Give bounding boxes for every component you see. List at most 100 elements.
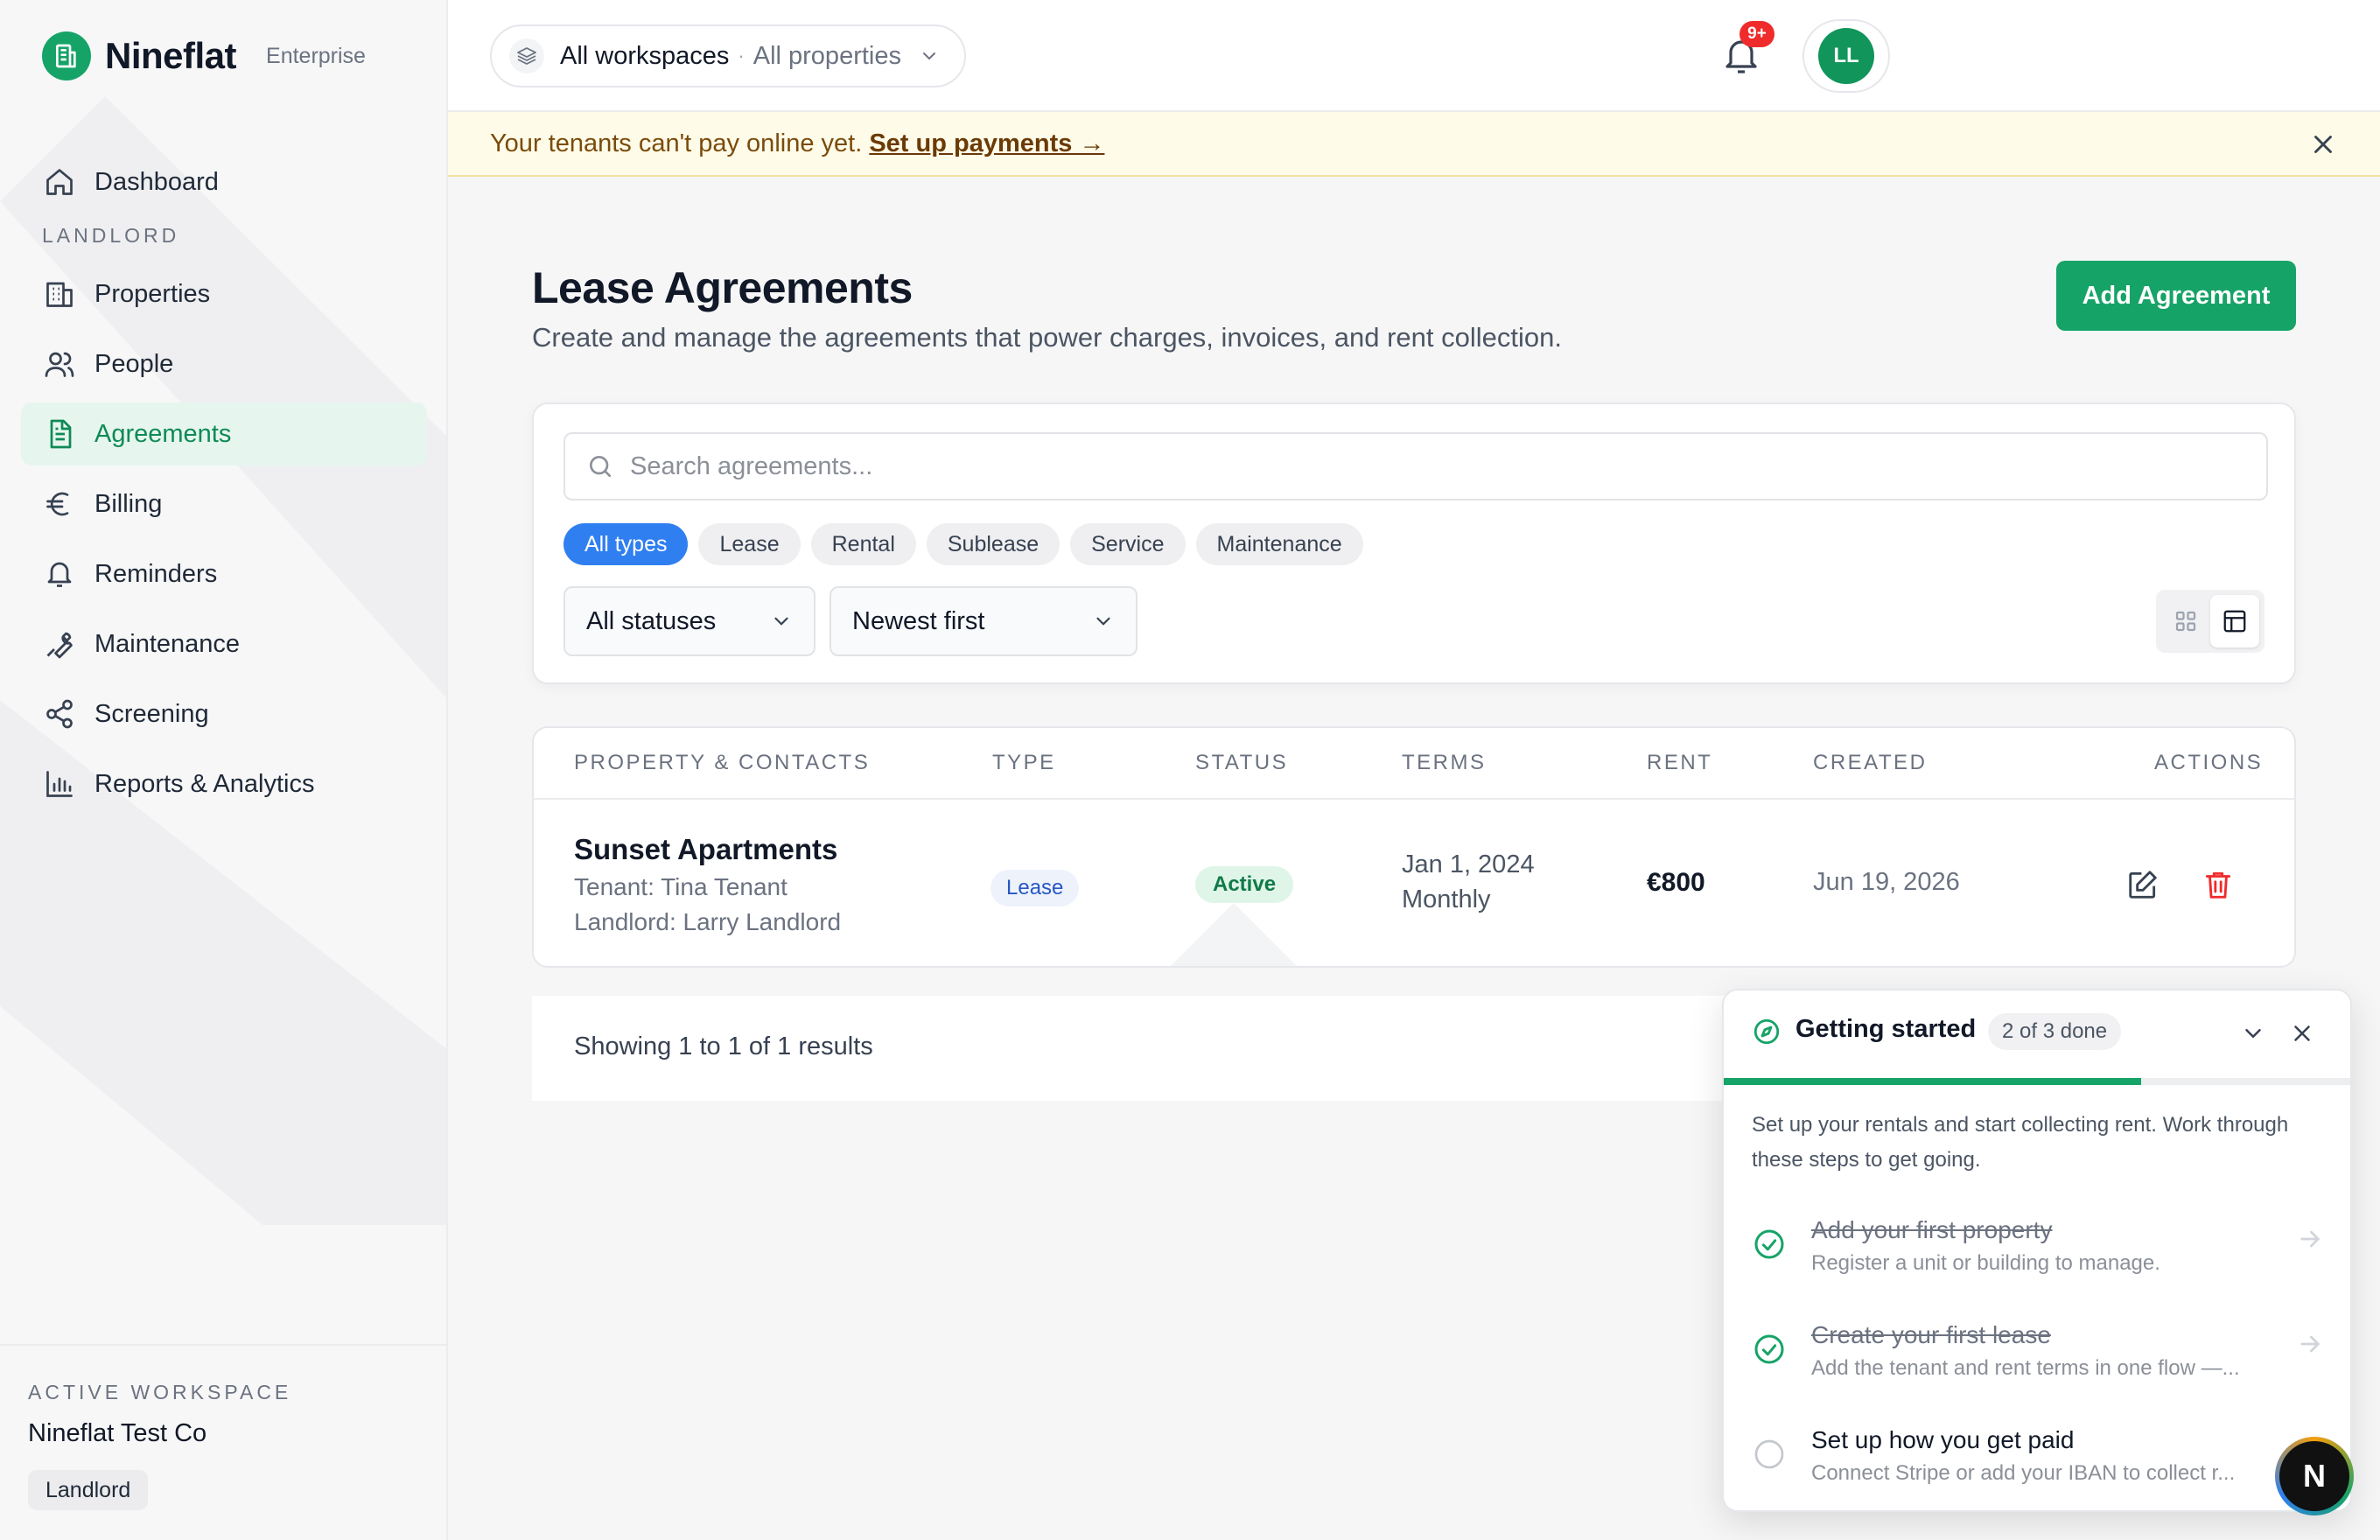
check-circle-icon	[1752, 1227, 1787, 1262]
nav-label: Agreements	[94, 419, 232, 448]
getting-started-header[interactable]: Getting started 2 of 3 done	[1724, 990, 2350, 1078]
column-header: CREATED	[1813, 751, 1928, 774]
search-box[interactable]	[564, 432, 2268, 500]
sort-select-value: Newest first	[852, 606, 985, 635]
nav-label: Screening	[94, 699, 209, 728]
nav-label: Dashboard	[94, 167, 219, 196]
banner-message: Your tenants can't pay online yet. Set u…	[490, 130, 1104, 158]
brand-name: Nineflat	[105, 35, 237, 76]
users-icon	[42, 346, 77, 382]
nav-label: People	[94, 349, 174, 378]
chip-all-types[interactable]: All types	[564, 523, 689, 565]
assistant-launcher-label: N	[2279, 1441, 2349, 1511]
step-subtitle: Add the tenant and rent terms in one flo…	[1811, 1356, 2240, 1380]
status-select[interactable]: All statuses	[564, 586, 816, 656]
chevron-down-icon	[1092, 610, 1115, 633]
close-icon[interactable]	[2308, 130, 2338, 159]
chip-service[interactable]: Service	[1070, 523, 1186, 565]
set-up-payments-link[interactable]: Set up payments →	[869, 130, 1104, 158]
compass-icon	[1752, 1017, 1782, 1046]
chevron-down-icon[interactable]	[2240, 1020, 2266, 1046]
check-circle-icon	[1752, 1332, 1787, 1367]
page-title: Lease Agreements	[532, 263, 913, 312]
created-date: Jun 19, 2026	[1813, 868, 1960, 896]
page-subtitle: Create and manage the agreements that po…	[532, 322, 1562, 353]
step-title: Create your first lease	[1811, 1321, 2051, 1348]
workspace-name: Nineflat Test Co	[28, 1419, 207, 1447]
avatar[interactable]: LL	[1818, 28, 1874, 84]
chip-rental[interactable]: Rental	[810, 523, 916, 565]
wrench-icon	[42, 626, 77, 662]
plan-tier-label: Enterprise	[266, 43, 366, 68]
step-title: Set up how you get paid	[1811, 1426, 2075, 1453]
scope-separator: ·	[738, 45, 745, 66]
nav-item-people[interactable]: People	[21, 332, 427, 396]
step-subtitle: Register a unit or building to manage.	[1811, 1251, 2160, 1275]
nav-item-screening[interactable]: Screening	[21, 682, 427, 746]
nav-item-agreements[interactable]: Agreements	[21, 402, 427, 466]
building-logo-icon	[42, 32, 91, 80]
nav-item-maintenance[interactable]: Maintenance	[21, 612, 427, 676]
column-header: ACTIONS	[2154, 751, 2264, 774]
chevron-down-icon	[770, 610, 793, 633]
table-header: PROPERTY & CONTACTS TYPE STATUS TERMS RE…	[534, 728, 2294, 800]
nav-label: Reminders	[94, 559, 218, 588]
banner-text: Your tenants can't pay online yet.	[490, 130, 863, 158]
euro-icon	[42, 486, 77, 522]
search-input[interactable]	[630, 452, 2205, 481]
step-set-up-payments[interactable]: Set up how you get paid Connect Stripe o…	[1724, 1419, 2350, 1510]
table-view-icon[interactable]	[2210, 595, 2259, 648]
layers-icon	[509, 38, 544, 74]
chip-maintenance[interactable]: Maintenance	[1195, 523, 1363, 565]
nav-item-reports[interactable]: Reports & Analytics	[21, 752, 427, 816]
scope-workspace: All workspaces	[560, 41, 730, 70]
empty-circle-icon	[1752, 1437, 1787, 1472]
type-filter-chips: All types Lease Rental Sublease Service …	[564, 523, 1374, 565]
chip-lease[interactable]: Lease	[698, 523, 801, 565]
tenant-contact: Tenant: Tina Tenant	[574, 873, 788, 900]
nav-item-billing[interactable]: Billing	[21, 472, 427, 536]
search-icon	[586, 452, 614, 480]
step-title: Add your first property	[1811, 1216, 2053, 1243]
type-badge: Lease	[990, 870, 1080, 906]
column-header: PROPERTY & CONTACTS	[574, 751, 871, 774]
getting-started-panel: Getting started 2 of 3 done Set up your …	[1722, 989, 2352, 1512]
nav-section-heading: LANDLORD	[42, 224, 180, 247]
assistant-launcher-button[interactable]: N	[2275, 1437, 2354, 1516]
bell-icon	[42, 556, 77, 592]
getting-started-title: Getting started	[1796, 1015, 1977, 1043]
progress-count-badge: 2 of 3 done	[1988, 1013, 2122, 1050]
filters-card: All types Lease Rental Sublease Service …	[532, 402, 2296, 684]
payments-banner: Your tenants can't pay online yet. Set u…	[448, 112, 2380, 177]
step-subtitle: Connect Stripe or add your IBAN to colle…	[1811, 1461, 2236, 1485]
chip-sublease[interactable]: Sublease	[926, 523, 1060, 565]
nav-item-reminders[interactable]: Reminders	[21, 542, 427, 606]
brand[interactable]: Nineflat Enterprise	[42, 32, 366, 80]
step-create-lease[interactable]: Create your first lease Add the tenant a…	[1724, 1314, 2350, 1410]
trash-icon[interactable]	[2202, 868, 2236, 903]
active-workspace[interactable]: ACTIVE WORKSPACE Nineflat Test Co Landlo…	[0, 1344, 446, 1540]
edit-icon[interactable]	[2126, 868, 2161, 903]
arrow-right-icon	[2296, 1330, 2324, 1358]
nav-item-properties[interactable]: Properties	[21, 262, 427, 326]
nav-label: Maintenance	[94, 629, 241, 658]
column-header: RENT	[1647, 751, 1713, 774]
notifications-count-badge: 9+	[1740, 21, 1774, 47]
nav-item-dashboard[interactable]: Dashboard	[21, 150, 427, 214]
bar-chart-icon	[42, 766, 77, 802]
pagination-bar: Showing 1 to 1 of 1 results	[532, 996, 1783, 1101]
close-icon[interactable]	[2289, 1020, 2315, 1046]
scope-property: All properties	[752, 41, 901, 70]
grid-view-icon[interactable]	[2161, 595, 2210, 648]
document-icon	[42, 416, 77, 452]
sort-select[interactable]: Newest first	[830, 586, 1138, 656]
building-icon	[42, 276, 77, 312]
scope-selector[interactable]: All workspaces · All properties	[490, 24, 966, 88]
nav-label: Properties	[94, 279, 211, 308]
column-header: STATUS	[1195, 751, 1289, 774]
column-header: TERMS	[1402, 751, 1487, 774]
add-agreement-button[interactable]: Add Agreement	[2056, 261, 2296, 331]
step-add-property[interactable]: Add your first property Register a unit …	[1724, 1209, 2350, 1306]
progress-bar	[1724, 1078, 2350, 1085]
agreements-table: PROPERTY & CONTACTS TYPE STATUS TERMS RE…	[532, 726, 2296, 968]
